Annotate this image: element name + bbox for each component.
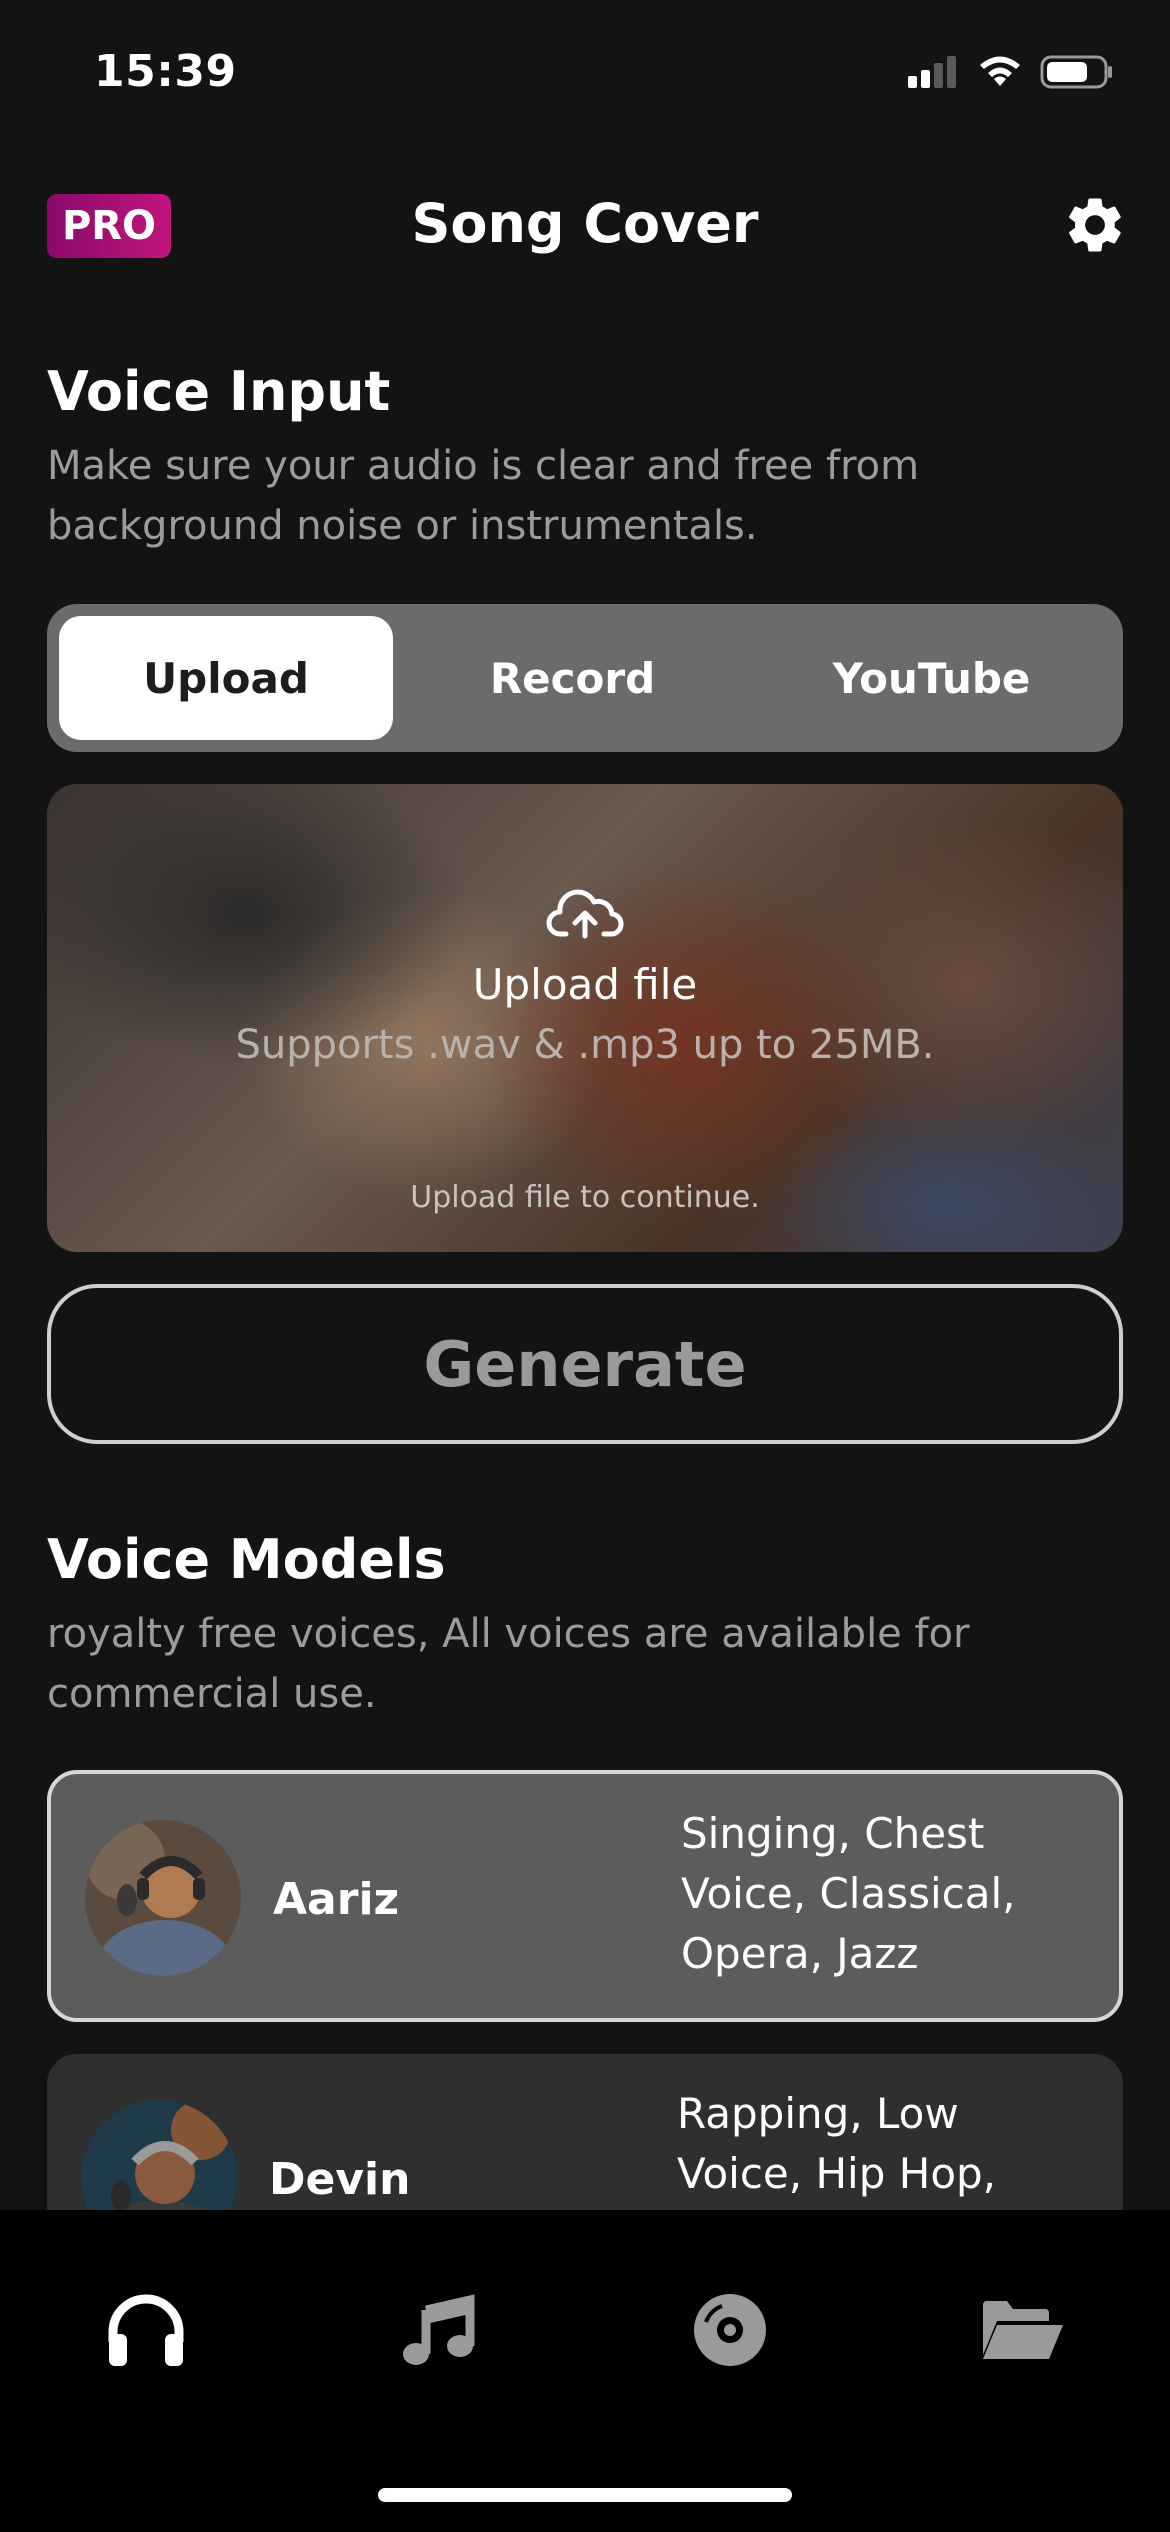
tab-files[interactable]	[972, 2280, 1072, 2380]
tab-youtube[interactable]: YouTube	[752, 616, 1111, 740]
music-note-icon	[403, 2294, 475, 2365]
status-bar: 15:39	[0, 0, 1170, 150]
tab-music[interactable]	[388, 2280, 488, 2380]
status-time: 15:39	[94, 46, 237, 97]
avatar	[85, 1820, 241, 1976]
voice-model-name: Aariz	[273, 1874, 400, 1925]
voice-model-card[interactable]: Aariz Singing, Chest Voice, Classical, O…	[47, 1770, 1123, 2022]
cloud-upload-icon	[546, 889, 624, 939]
tab-voice-cover[interactable]	[96, 2280, 196, 2380]
voice-model-card[interactable]: Devin Rapping, Low Voice, Hip Hop,	[47, 2054, 1123, 2210]
home-indicator	[378, 2488, 792, 2502]
avatar	[81, 2100, 237, 2210]
headphones-icon	[108, 2294, 184, 2366]
voice-input-title: Voice Input	[47, 360, 391, 423]
folder-open-icon	[983, 2301, 1063, 2359]
tab-record[interactable]: Record	[393, 616, 752, 740]
upload-dropzone[interactable]: Upload file Supports .wav & .mp3 up to 2…	[47, 784, 1123, 1252]
generate-button[interactable]: Generate	[47, 1284, 1123, 1444]
voice-models-subtitle: royalty free voices, All voices are avai…	[47, 1611, 970, 1717]
song-cover-screen: 15:39 PRO Song Cover Voice Input Make su…	[0, 0, 1170, 2532]
cellular-signal-icon	[908, 56, 956, 88]
voice-models-title: Voice Models	[47, 1528, 446, 1591]
upload-hint: Upload file to continue.	[410, 1180, 760, 1215]
tab-library[interactable]	[680, 2280, 780, 2380]
tab-upload[interactable]: Upload	[59, 616, 393, 740]
gear-icon[interactable]	[1062, 192, 1128, 258]
upload-file-label: Upload file	[472, 960, 698, 1009]
voice-model-tags: Rapping, Low Voice, Hip Hop,	[677, 2089, 997, 2198]
input-source-tabs: Upload Record YouTube	[47, 604, 1123, 752]
page-title: Song Cover	[411, 192, 759, 255]
voice-input-subtitle: Make sure your audio is clear and free f…	[47, 443, 920, 549]
status-icons	[906, 54, 1114, 90]
wifi-icon	[980, 56, 1020, 86]
voice-model-tags: Singing, Chest Voice, Classical, Opera, …	[681, 1809, 1016, 1978]
voice-model-list: Aariz Singing, Chest Voice, Classical, O…	[0, 1770, 1170, 2210]
voice-model-name: Devin	[269, 2154, 411, 2205]
upload-formats-label: Supports .wav & .mp3 up to 25MB.	[235, 1022, 935, 1068]
bottom-tab-bar	[0, 2210, 1170, 2532]
app-header: PRO Song Cover	[0, 180, 1170, 270]
battery-icon	[1040, 55, 1112, 89]
disc-icon	[694, 2294, 766, 2366]
